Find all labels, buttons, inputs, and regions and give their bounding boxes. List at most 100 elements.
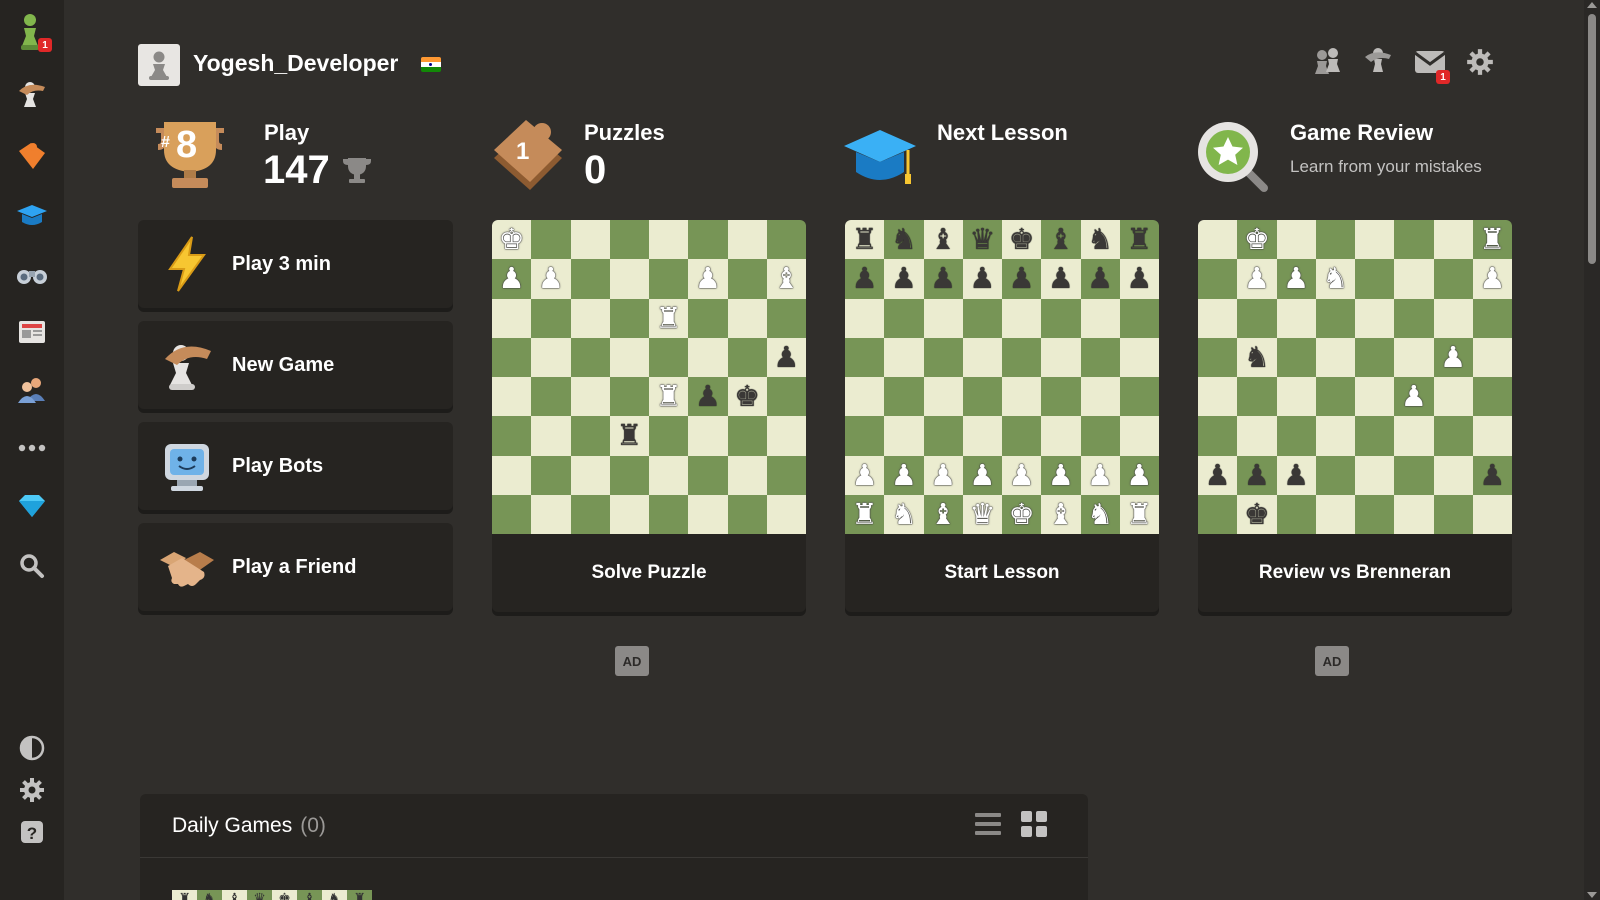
nav-play[interactable]: 1	[12, 13, 52, 54]
board-square	[570, 298, 610, 338]
puzzle-icon	[15, 139, 49, 178]
board-square	[492, 377, 532, 417]
board-square: ♟	[1080, 259, 1120, 299]
scroll-down-arrow-icon[interactable]	[1587, 892, 1597, 898]
white-bishop-icon: ♝	[773, 261, 800, 296]
scrollbar[interactable]	[1584, 0, 1600, 900]
white-pawn-icon: ♟	[890, 457, 917, 492]
board-square: ♟	[845, 455, 885, 495]
review-game-button[interactable]: Review vs Brenneran	[1198, 534, 1512, 612]
board-square	[1276, 337, 1316, 377]
white-rook-icon: ♜	[851, 496, 878, 531]
nav-more[interactable]	[12, 430, 52, 470]
nav-search[interactable]	[12, 548, 52, 588]
messages-button[interactable]: 1	[1412, 46, 1450, 84]
scroll-thumb[interactable]	[1588, 14, 1596, 264]
black-king-icon: ♚	[1008, 222, 1035, 257]
board-square: ♟	[766, 337, 806, 377]
board-square	[609, 377, 649, 417]
nav-watch[interactable]	[12, 256, 52, 296]
board-square	[1198, 337, 1238, 377]
lightning-icon	[156, 233, 218, 295]
board-square	[1119, 416, 1159, 456]
board-square	[1237, 416, 1277, 456]
board-square	[609, 494, 649, 534]
board-square: ♟	[1433, 337, 1473, 377]
avatar[interactable]	[138, 44, 180, 86]
board-square	[1119, 298, 1159, 338]
start-lesson-button[interactable]: Start Lesson	[845, 534, 1159, 612]
black-pawn-icon: ♟	[1008, 261, 1035, 296]
board-square	[766, 416, 806, 456]
nav-learn[interactable]	[12, 198, 52, 238]
username[interactable]: Yogesh_Developer	[193, 50, 398, 77]
board-square: ♟	[1119, 259, 1159, 299]
friends-button[interactable]	[1310, 46, 1346, 82]
board-square	[1315, 377, 1355, 417]
ad-badge[interactable]: AD	[615, 646, 649, 676]
white-king-icon: ♚	[1243, 222, 1270, 257]
board-square	[727, 494, 767, 534]
board-square: ♚	[492, 220, 532, 260]
board-square	[1472, 298, 1512, 338]
board-square	[1198, 377, 1238, 417]
board-square: ♝	[923, 494, 963, 534]
board-square: ♝	[923, 220, 963, 260]
nav-help[interactable]: ?	[12, 814, 52, 854]
grid-view-button[interactable]	[1016, 808, 1052, 844]
black-king-icon: ♚	[272, 890, 297, 900]
puzzle-badge-icon: 1	[490, 120, 566, 194]
play-friend-button[interactable]: Play a Friend	[138, 523, 453, 611]
board-square	[649, 494, 689, 534]
nav-social[interactable]	[12, 372, 52, 412]
board-square	[1355, 455, 1395, 495]
nav-news[interactable]	[12, 314, 52, 354]
scroll-up-arrow-icon[interactable]	[1587, 2, 1597, 8]
board-square	[649, 455, 689, 495]
board-square: ♜	[845, 494, 885, 534]
review-card[interactable]: ♚ ♜ ♟ ♟ ♞ ♟ ♞ ♟ ♟ ♟ ♟ ♟ ♟ ♚ Review vs Brenneran	[1198, 220, 1512, 612]
board-square	[1355, 298, 1395, 338]
board-square	[1472, 416, 1512, 456]
board-square	[923, 298, 963, 338]
solve-puzzle-button[interactable]: Solve Puzzle	[492, 534, 806, 612]
nav-premium[interactable]	[12, 488, 52, 528]
lesson-card[interactable]: ♜ ♞ ♝ ♛ ♚ ♝ ♞ ♜ ♟ ♟ ♟ ♟ ♟ ♟ ♟ ♟ ♟ ♟ ♟ ♟ ♟ ♟ ♟ ♟ ♜ ♞ ♝ ♛ ♚ ♝ ♞ ♜ Start L…	[845, 220, 1159, 612]
rank-trophy-icon: # 8	[150, 118, 230, 190]
list-view-button[interactable]	[970, 808, 1006, 844]
board-square	[1041, 416, 1081, 456]
board-square	[1276, 416, 1316, 456]
board-square	[492, 337, 532, 377]
board-square	[845, 337, 885, 377]
settings-button[interactable]	[1462, 46, 1498, 82]
puzzle-card[interactable]: ♚ ♟ ♟ ♟ ♝ ♜ ♟ ♜ ♟ ♚ ♜ Solve Puzzle	[492, 220, 806, 612]
board-square	[1433, 416, 1473, 456]
board-square	[1315, 337, 1355, 377]
board-square	[727, 455, 767, 495]
ad-badge[interactable]: AD	[1315, 646, 1349, 676]
white-pawn-icon: ♟	[1126, 457, 1153, 492]
board-square	[845, 298, 885, 338]
new-game-button[interactable]: New Game	[138, 321, 453, 409]
nav-settings[interactable]	[12, 772, 52, 812]
board-square	[1394, 494, 1434, 534]
play-3-min-button[interactable]: Play 3 min	[138, 220, 453, 308]
challenges-button[interactable]	[1360, 46, 1396, 82]
board-square	[1041, 298, 1081, 338]
play-bots-button[interactable]: Play Bots	[138, 422, 453, 510]
board-square: ♟	[962, 259, 1002, 299]
board-square	[962, 298, 1002, 338]
white-pawn-icon: ♟	[1440, 339, 1467, 374]
more-icon	[15, 431, 49, 470]
theme-toggle[interactable]	[12, 730, 52, 770]
lesson-title: Next Lesson	[937, 120, 1068, 145]
white-rook-icon: ♜	[655, 300, 682, 335]
nav-play-hand[interactable]	[12, 78, 52, 118]
binoculars-icon	[15, 257, 49, 296]
board-square	[1472, 337, 1512, 377]
board-square: ♟	[1472, 259, 1512, 299]
daily-game-thumbnail[interactable]: ♜ ♞ ♝ ♛ ♚ ♝ ♞ ♜	[172, 890, 372, 900]
nav-puzzles[interactable]	[12, 138, 52, 178]
white-pawn-icon: ♟	[1400, 379, 1427, 414]
pawn-hand-icon	[1362, 47, 1394, 82]
